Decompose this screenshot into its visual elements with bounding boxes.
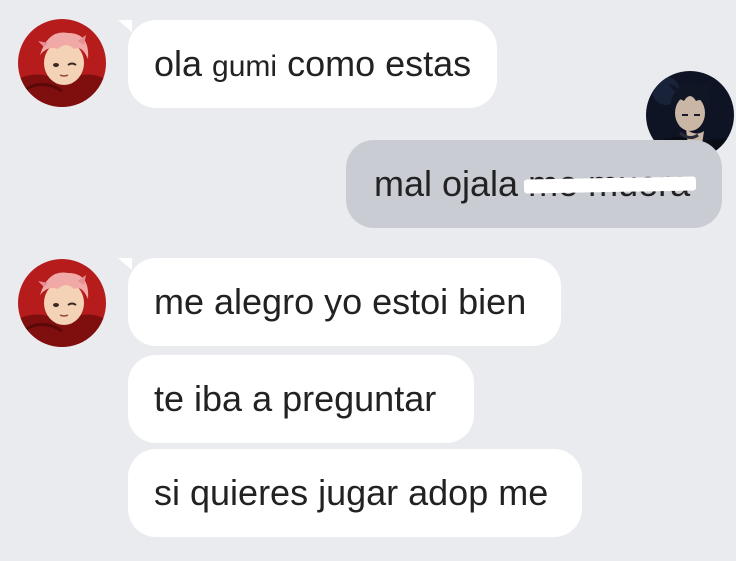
message-text: gumi <box>212 50 278 83</box>
message-bubble[interactable]: si quieres jugar adop me <box>128 449 582 537</box>
message-bubble[interactable]: te iba a preguntar <box>128 355 474 443</box>
message-text: si quieres jugar adop me <box>154 472 549 513</box>
message-text: mal ojala <box>374 163 529 204</box>
message-text: me alegro yo estoi bien <box>154 281 527 322</box>
pink-haired-character-avatar-icon <box>18 259 106 347</box>
avatar[interactable] <box>18 259 106 347</box>
message-text: como estas <box>277 43 472 84</box>
struck-text: me muera <box>528 140 690 228</box>
message-bubble[interactable]: mal ojala me muera <box>346 140 722 228</box>
message-text: te iba a preguntar <box>154 378 437 419</box>
chat-thread: ola gumi como estas mal ojala me muera m… <box>0 0 736 561</box>
message-bubble[interactable]: ola gumi como estas <box>128 20 497 108</box>
avatar[interactable] <box>18 19 106 107</box>
message-bubble[interactable]: me alegro yo estoi bien <box>128 258 561 346</box>
bubble-tail <box>118 258 132 270</box>
bubble-tail <box>118 20 132 32</box>
message-text: ola <box>154 43 213 84</box>
pink-haired-character-avatar-icon <box>18 19 106 107</box>
